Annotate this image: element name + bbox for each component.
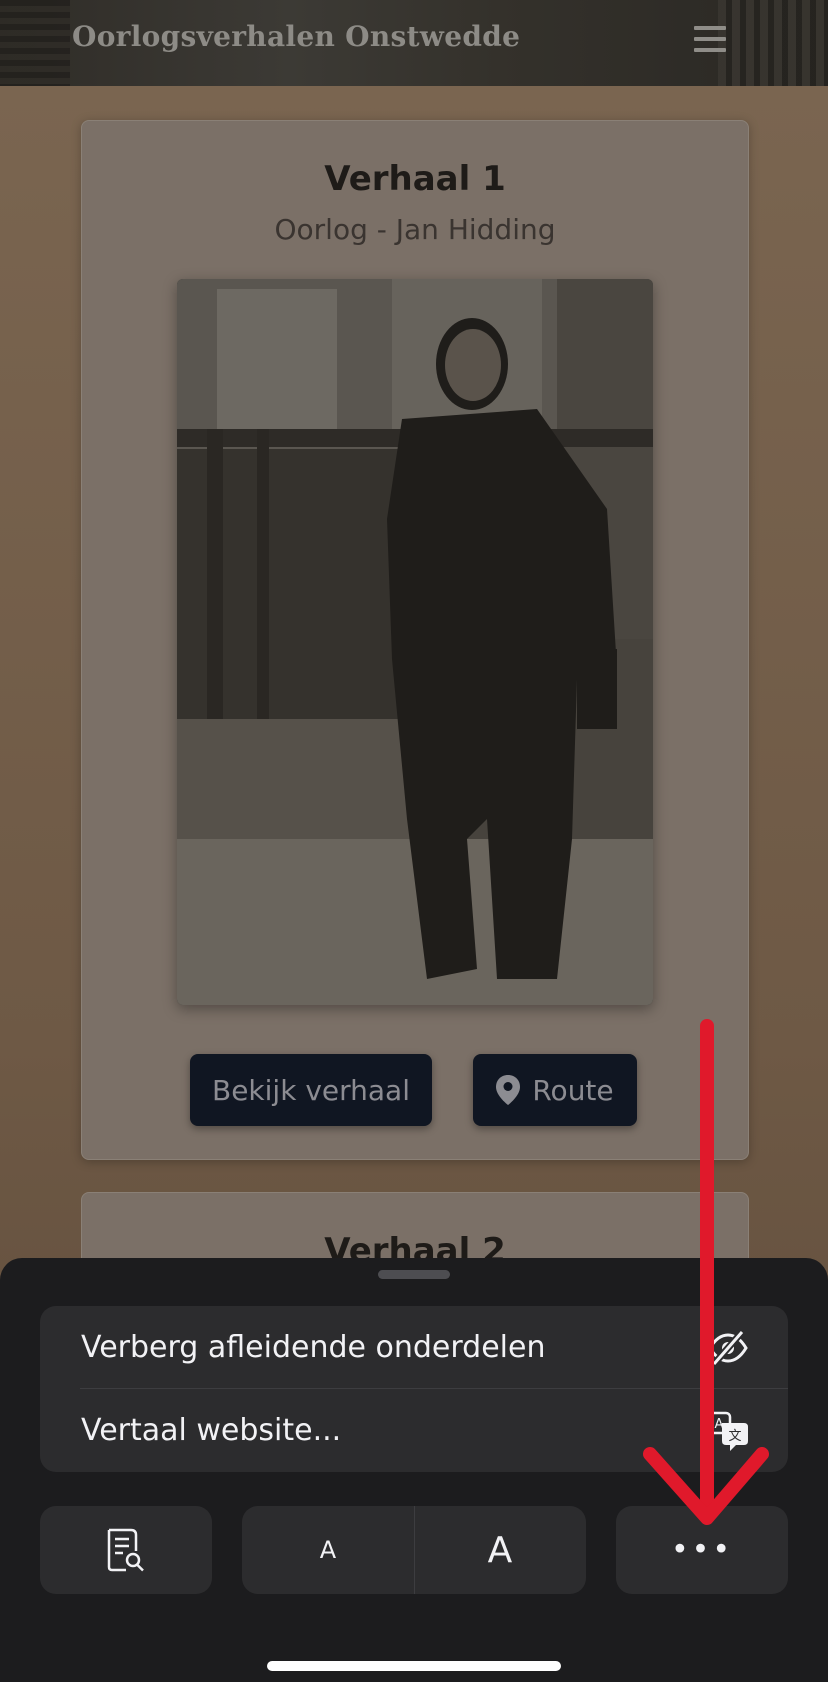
option-label: Vertaal website... xyxy=(81,1413,342,1448)
page-menu-sheet: Verberg afleidende onderdelen Vertaal we… xyxy=(0,1258,828,1682)
hamburger-menu-icon[interactable] xyxy=(694,26,726,56)
site-title[interactable]: Oorlogsverhalen Onstwedde xyxy=(72,20,520,53)
translate-icon: A 文 xyxy=(706,1411,748,1451)
option-label: Verberg afleidende onderdelen xyxy=(81,1330,546,1365)
header-photo-texture xyxy=(0,0,70,86)
ellipsis-icon: ••• xyxy=(670,1532,734,1568)
svg-text:文: 文 xyxy=(728,1429,741,1444)
increase-font-button[interactable]: A xyxy=(414,1506,586,1594)
translate-website-option[interactable]: Vertaal website... A 文 xyxy=(40,1389,788,1472)
eye-slash-icon xyxy=(708,1329,748,1367)
view-story-button[interactable]: Bekijk verhaal xyxy=(190,1054,432,1126)
story-title: Verhaal 1 xyxy=(324,159,506,199)
site-header: Oorlogsverhalen Onstwedde xyxy=(0,0,828,86)
route-button[interactable]: Route xyxy=(473,1054,637,1126)
reader-search-button[interactable] xyxy=(40,1506,212,1594)
hide-distracting-items-option[interactable]: Verberg afleidende onderdelen xyxy=(40,1306,788,1389)
home-indicator xyxy=(267,1661,561,1671)
sheet-grabber[interactable] xyxy=(378,1270,450,1279)
options-list: Verberg afleidende onderdelen Vertaal we… xyxy=(40,1306,788,1472)
story-subtitle: Oorlog - Jan Hidding xyxy=(274,213,556,246)
story-photo[interactable] xyxy=(177,279,653,1005)
story-card: Verhaal 1 Oorlog - Jan Hidding Bekijk ve… xyxy=(81,120,749,1160)
route-label: Route xyxy=(532,1073,614,1107)
reader-search-icon xyxy=(107,1528,144,1572)
decrease-font-button[interactable]: A xyxy=(242,1506,414,1594)
header-photo-texture xyxy=(718,0,828,86)
font-size-control: A A xyxy=(242,1506,586,1594)
map-pin-icon xyxy=(496,1075,521,1105)
more-options-button[interactable]: ••• xyxy=(616,1506,788,1594)
